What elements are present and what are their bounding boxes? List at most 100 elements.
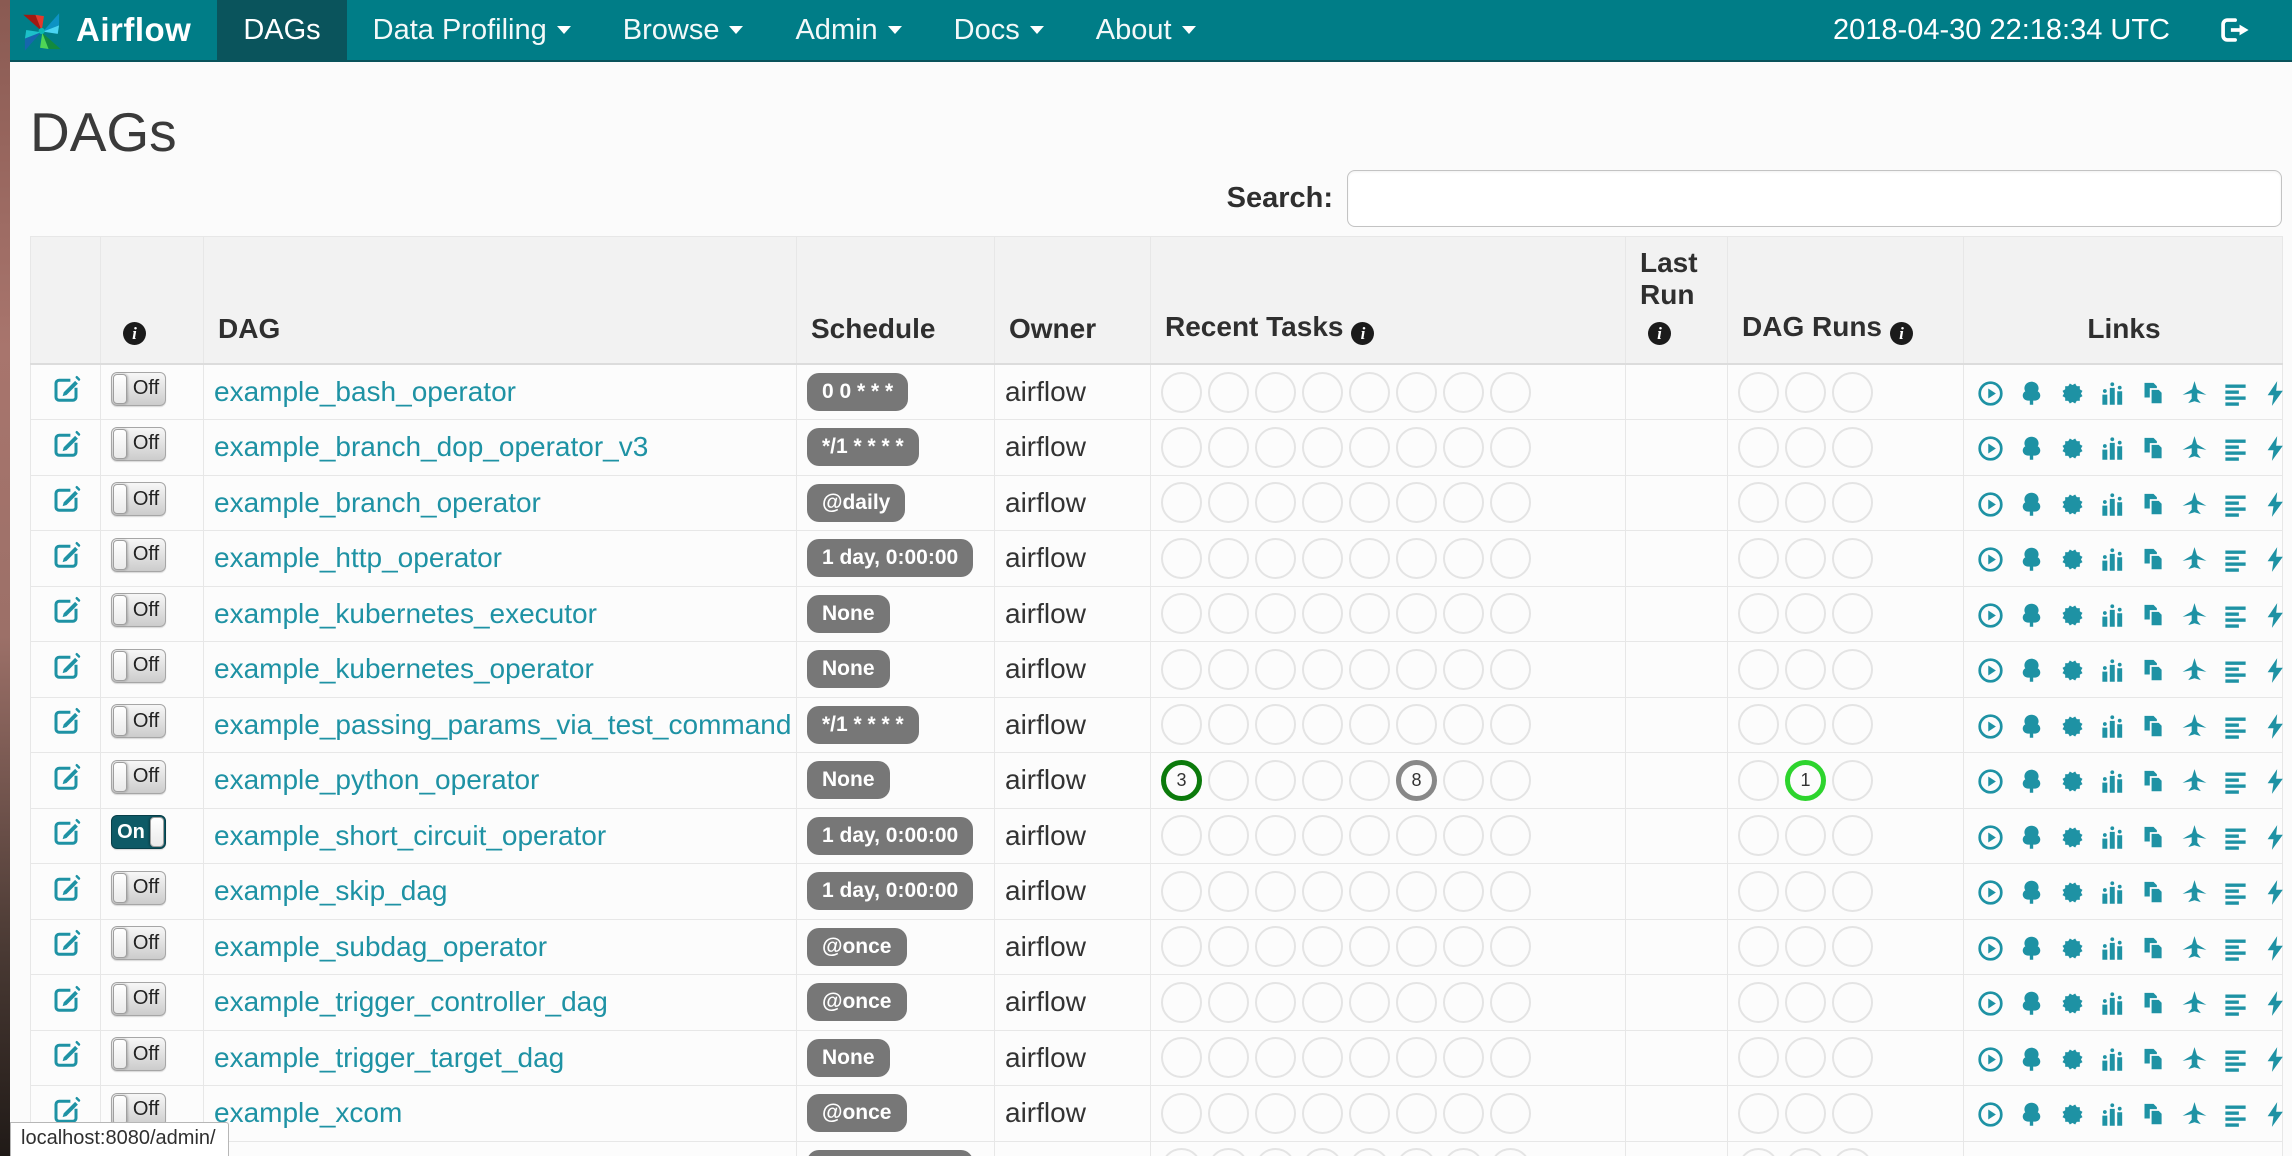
lightning-icon[interactable]	[2262, 435, 2289, 462]
graph-burst-icon[interactable]	[2059, 546, 2086, 573]
bar-chart-icon[interactable]	[2099, 879, 2126, 906]
lightning-icon[interactable]	[2262, 491, 2289, 518]
tree-icon[interactable]	[2018, 935, 2045, 962]
plane-icon[interactable]	[2181, 935, 2208, 962]
align-left-icon[interactable]	[2222, 435, 2249, 462]
play-circle-icon[interactable]	[1977, 380, 2004, 407]
dag-link[interactable]: example_kubernetes_operator	[214, 653, 594, 684]
nav-item-admin[interactable]: Admin	[769, 0, 927, 60]
graph-burst-icon[interactable]	[2059, 824, 2086, 851]
graph-burst-icon[interactable]	[2059, 1046, 2086, 1073]
dag-link[interactable]: example_skip_dag	[214, 875, 448, 906]
plane-icon[interactable]	[2181, 824, 2208, 851]
graph-burst-icon[interactable]	[2059, 657, 2086, 684]
dag-pause-toggle[interactable]: Off	[111, 371, 166, 406]
play-circle-icon[interactable]	[1977, 435, 2004, 462]
duplicate-icon[interactable]	[2140, 435, 2167, 462]
tree-icon[interactable]	[2018, 380, 2045, 407]
nav-item-about[interactable]: About	[1070, 0, 1222, 60]
lightning-icon[interactable]	[2262, 935, 2289, 962]
edit-dag-icon[interactable]	[51, 540, 81, 570]
edit-dag-icon[interactable]	[51, 762, 81, 792]
duplicate-icon[interactable]	[2140, 1046, 2167, 1073]
graph-burst-icon[interactable]	[2059, 879, 2086, 906]
lightning-icon[interactable]	[2262, 879, 2289, 906]
tree-icon[interactable]	[2018, 657, 2045, 684]
lightning-icon[interactable]	[2262, 546, 2289, 573]
lightning-icon[interactable]	[2262, 713, 2289, 740]
align-left-icon[interactable]	[2222, 935, 2249, 962]
edit-dag-icon[interactable]	[51, 429, 81, 459]
align-left-icon[interactable]	[2222, 1101, 2249, 1128]
plane-icon[interactable]	[2181, 602, 2208, 629]
dag-pause-toggle[interactable]: Off	[111, 648, 166, 683]
dag-pause-toggle[interactable]: Off	[111, 537, 166, 572]
align-left-icon[interactable]	[2222, 824, 2249, 851]
lightning-icon[interactable]	[2262, 768, 2289, 795]
tree-icon[interactable]	[2018, 1046, 2045, 1073]
tree-icon[interactable]	[2018, 491, 2045, 518]
align-left-icon[interactable]	[2222, 546, 2249, 573]
align-left-icon[interactable]	[2222, 879, 2249, 906]
dag-run-circle[interactable]: 1	[1785, 759, 1826, 801]
dag-pause-toggle[interactable]: Off	[111, 981, 166, 1016]
play-circle-icon[interactable]	[1977, 1046, 2004, 1073]
bar-chart-icon[interactable]	[2099, 657, 2126, 684]
align-left-icon[interactable]	[2222, 1046, 2249, 1073]
dag-pause-toggle[interactable]: On	[111, 815, 166, 850]
dag-pause-toggle[interactable]: Off	[111, 870, 166, 905]
lightning-icon[interactable]	[2262, 824, 2289, 851]
tree-icon[interactable]	[2018, 824, 2045, 851]
duplicate-icon[interactable]	[2140, 1101, 2167, 1128]
duplicate-icon[interactable]	[2140, 491, 2167, 518]
lightning-icon[interactable]	[2262, 380, 2289, 407]
airflow-brand[interactable]: Airflow	[10, 0, 217, 60]
dag-pause-toggle[interactable]: Off	[111, 704, 166, 739]
play-circle-icon[interactable]	[1977, 935, 2004, 962]
bar-chart-icon[interactable]	[2099, 1101, 2126, 1128]
nav-item-dags[interactable]: DAGs	[217, 0, 347, 60]
play-circle-icon[interactable]	[1977, 713, 2004, 740]
edit-dag-icon[interactable]	[51, 706, 81, 736]
lightning-icon[interactable]	[2262, 1101, 2289, 1128]
graph-burst-icon[interactable]	[2059, 768, 2086, 795]
align-left-icon[interactable]	[2222, 380, 2249, 407]
graph-burst-icon[interactable]	[2059, 935, 2086, 962]
lightning-icon[interactable]	[2262, 1046, 2289, 1073]
bar-chart-icon[interactable]	[2099, 935, 2126, 962]
dag-pause-toggle[interactable]: Off	[111, 593, 166, 628]
plane-icon[interactable]	[2181, 879, 2208, 906]
plane-icon[interactable]	[2181, 1046, 2208, 1073]
bar-chart-icon[interactable]	[2099, 824, 2126, 851]
duplicate-icon[interactable]	[2140, 657, 2167, 684]
dag-pause-toggle[interactable]: Off	[111, 1037, 166, 1072]
align-left-icon[interactable]	[2222, 602, 2249, 629]
play-circle-icon[interactable]	[1977, 990, 2004, 1017]
tree-icon[interactable]	[2018, 1101, 2045, 1128]
graph-burst-icon[interactable]	[2059, 602, 2086, 629]
graph-burst-icon[interactable]	[2059, 380, 2086, 407]
dag-link[interactable]: example_branch_dop_operator_v3	[214, 431, 648, 462]
bar-chart-icon[interactable]	[2099, 602, 2126, 629]
dag-link[interactable]: example_trigger_controller_dag	[214, 986, 608, 1017]
align-left-icon[interactable]	[2222, 713, 2249, 740]
plane-icon[interactable]	[2181, 1101, 2208, 1128]
plane-icon[interactable]	[2181, 546, 2208, 573]
play-circle-icon[interactable]	[1977, 1101, 2004, 1128]
duplicate-icon[interactable]	[2140, 935, 2167, 962]
bar-chart-icon[interactable]	[2099, 435, 2126, 462]
bar-chart-icon[interactable]	[2099, 768, 2126, 795]
task-state-circle[interactable]: 3	[1161, 759, 1202, 801]
graph-burst-icon[interactable]	[2059, 1101, 2086, 1128]
plane-icon[interactable]	[2181, 435, 2208, 462]
tree-icon[interactable]	[2018, 768, 2045, 795]
play-circle-icon[interactable]	[1977, 491, 2004, 518]
align-left-icon[interactable]	[2222, 491, 2249, 518]
duplicate-icon[interactable]	[2140, 824, 2167, 851]
dag-link[interactable]: example_trigger_target_dag	[214, 1042, 564, 1073]
duplicate-icon[interactable]	[2140, 990, 2167, 1017]
tree-icon[interactable]	[2018, 546, 2045, 573]
dag-link[interactable]: example_kubernetes_executor	[214, 598, 597, 629]
edit-dag-icon[interactable]	[51, 817, 81, 847]
dag-link[interactable]: example_http_operator	[214, 542, 502, 573]
